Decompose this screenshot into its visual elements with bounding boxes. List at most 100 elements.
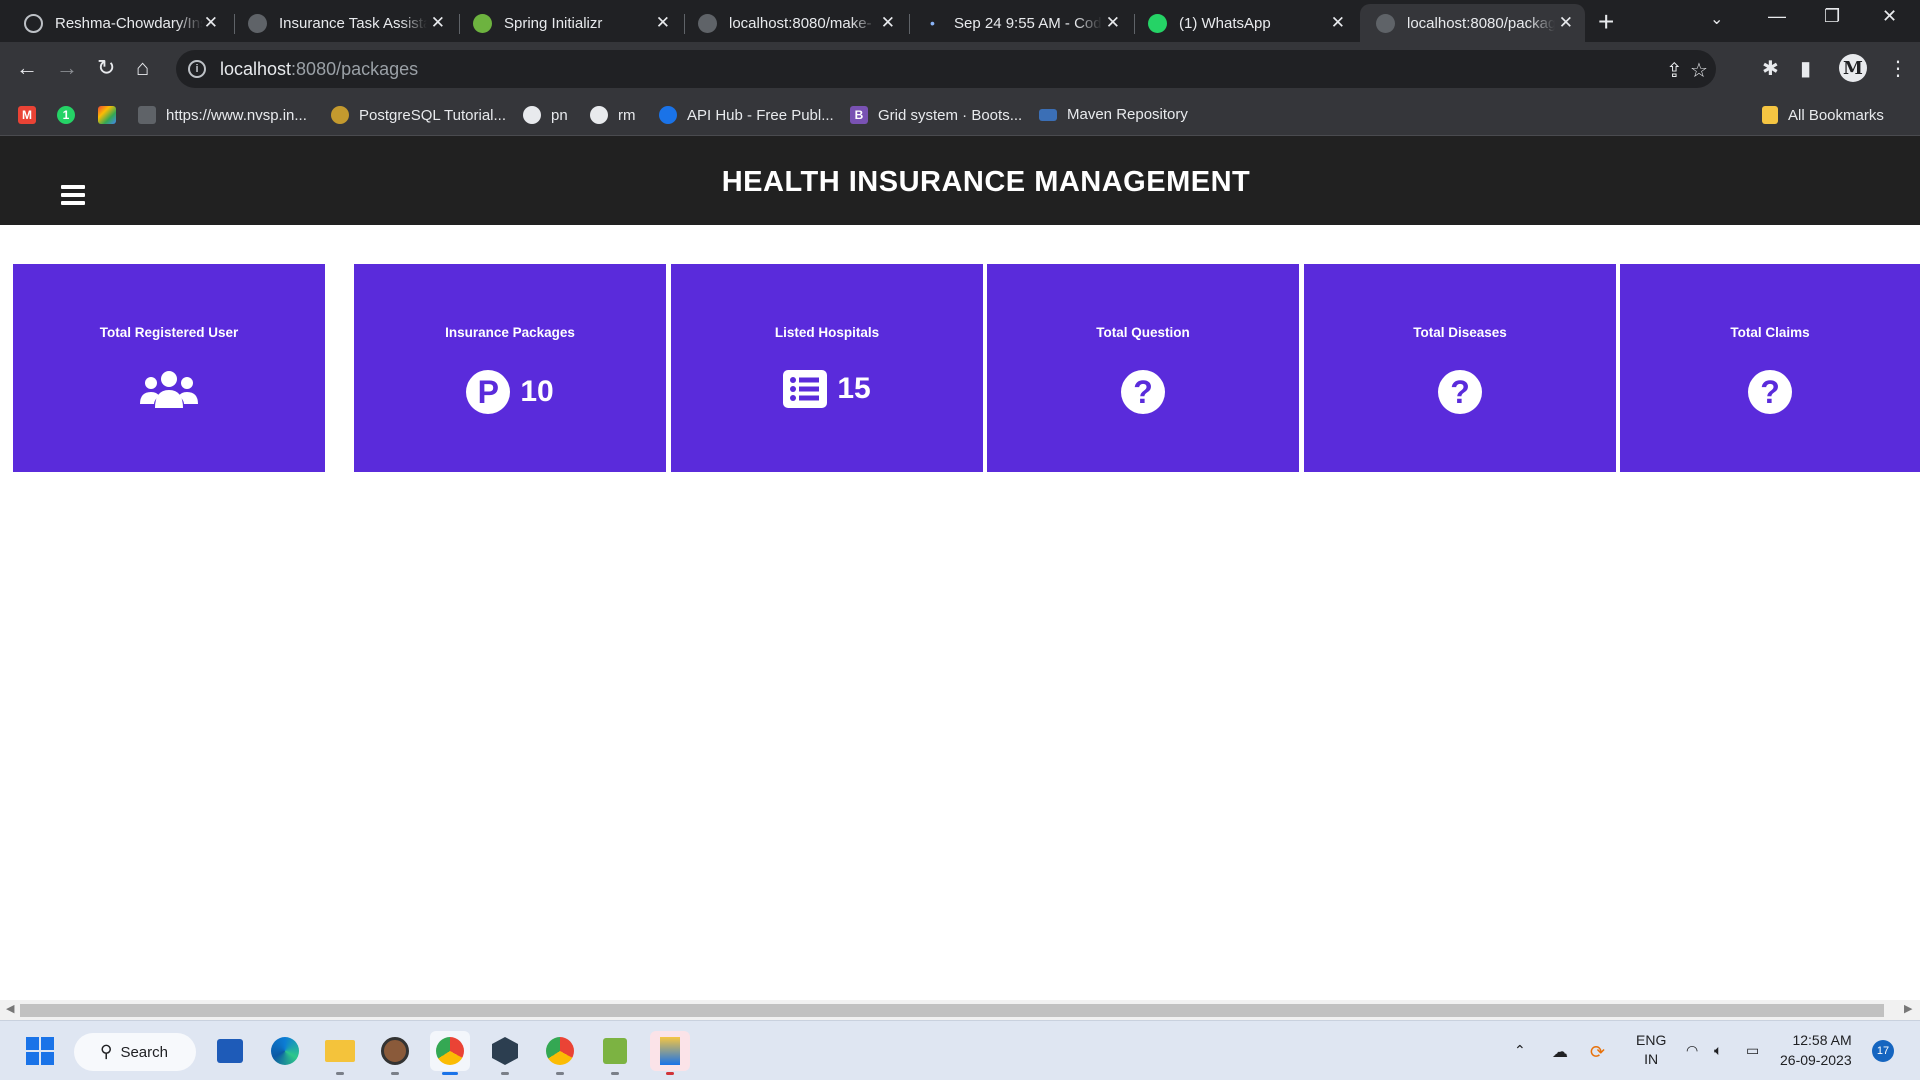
eclipse-icon[interactable] (485, 1031, 525, 1075)
spring-icon (473, 13, 492, 33)
back-icon[interactable]: ← (16, 55, 38, 81)
scrollbar-thumb[interactable] (20, 1004, 1884, 1017)
notification-badge[interactable]: 17 (1872, 1040, 1894, 1062)
whatsapp-icon (1148, 13, 1167, 33)
bookmark-item[interactable]: PostgreSQL Tutorial... (331, 106, 506, 124)
close-window-icon[interactable]: ✕ (1882, 6, 1897, 27)
file-explorer-icon[interactable] (320, 1031, 360, 1075)
edge-icon[interactable] (265, 1031, 305, 1071)
volume-icon[interactable]: 🔈︎ (1714, 1042, 1722, 1059)
close-icon[interactable]: ✕ (431, 13, 445, 33)
bookmark-item[interactable]: https://www.nvsp.in... (138, 106, 307, 124)
scroll-left-icon[interactable]: ◀ (6, 1002, 14, 1015)
close-icon[interactable]: ✕ (881, 13, 895, 33)
share-icon[interactable]: ⇪ (1666, 58, 1683, 83)
paint-icon[interactable] (650, 1031, 690, 1075)
onedrive-icon[interactable]: ☁ (1552, 1042, 1568, 1062)
card-label: Total Claims (1730, 325, 1810, 340)
new-tab-button[interactable]: + (1598, 6, 1614, 38)
tab-title: localhost:8080/make- (729, 14, 872, 32)
browser-tab-active[interactable]: localhost:8080/packages ✕ (1360, 4, 1585, 42)
bookmark-photos[interactable] (98, 106, 126, 124)
bookmark-item[interactable]: Maven Repository (1039, 106, 1188, 123)
close-icon[interactable]: ✕ (1331, 13, 1345, 33)
close-icon[interactable]: ✕ (656, 13, 670, 33)
tray-chevron-icon[interactable]: ⌃ (1514, 1042, 1526, 1059)
taskbar-clock[interactable]: 12:58 AM 26-09-2023 (1780, 1030, 1852, 1070)
stat-card-total-claims[interactable]: Total Claims ? (1620, 264, 1920, 472)
stat-card-listed-hospitals[interactable]: Listed Hospitals 15 (671, 264, 983, 472)
chatgpt-icon (248, 13, 267, 33)
notepad-icon[interactable] (595, 1031, 635, 1075)
bookmark-item[interactable]: rm (590, 106, 636, 124)
folder-icon (1762, 106, 1778, 124)
language-indicator[interactable]: ENG IN (1636, 1031, 1666, 1069)
sync-icon[interactable]: ⟳ (1590, 1042, 1605, 1063)
windows-start-icon[interactable] (20, 1031, 60, 1071)
site-header: HEALTH INSURANCE MANAGEMENT (0, 136, 1920, 225)
page-title: HEALTH INSURANCE MANAGEMENT (721, 166, 1251, 198)
app-icon[interactable] (375, 1031, 415, 1075)
maven-icon (1039, 108, 1057, 121)
restore-icon[interactable]: ❐ (1824, 6, 1840, 27)
github-icon (24, 13, 43, 33)
photos-icon (98, 106, 116, 124)
question-circle-icon: ? (1121, 370, 1165, 414)
store-icon[interactable] (210, 1031, 250, 1071)
forward-icon[interactable]: → (56, 55, 78, 81)
wifi-icon[interactable]: ◠ (1686, 1042, 1698, 1059)
bookmark-gmail[interactable]: M (18, 106, 46, 124)
browser-tab[interactable]: • Sep 24 9:55 AM - Code ✕ (907, 4, 1132, 42)
all-bookmarks[interactable]: All Bookmarks (1762, 106, 1884, 124)
minimize-icon[interactable]: — (1768, 6, 1786, 27)
side-panel-icon[interactable]: ▮ (1800, 56, 1811, 81)
card-label: Total Diseases (1413, 325, 1507, 340)
users-icon (140, 371, 198, 408)
bookmark-item[interactable]: B Grid system · Boots... (850, 106, 1022, 124)
postgres-icon (331, 106, 349, 124)
bookmark-item[interactable]: API Hub - Free Publ... (659, 106, 834, 124)
site-info-icon[interactable]: i (188, 60, 206, 78)
browser-tab[interactable]: (1) WhatsApp ✕ (1132, 4, 1357, 42)
battery-icon[interactable]: ▭ (1746, 1042, 1759, 1059)
gmail-icon: M (18, 106, 36, 124)
reload-icon[interactable]: ↻ (97, 55, 115, 81)
stat-card-insurance-packages[interactable]: Insurance Packages P 10 (354, 264, 666, 472)
browser-tab[interactable]: localhost:8080/make- ✕ (682, 4, 907, 42)
home-icon[interactable]: ⌂ (136, 55, 149, 81)
card-label: Insurance Packages (445, 325, 575, 340)
browser-tab[interactable]: Reshma-Chowdary/Ins ✕ (8, 4, 230, 42)
extensions-icon[interactable]: ✱ (1762, 56, 1779, 81)
address-bar[interactable]: i localhost:8080/packages ⇪ ☆ (176, 50, 1716, 88)
chrome-profile-icon[interactable] (540, 1031, 580, 1075)
stat-card-registered-users[interactable]: Total Registered User (13, 264, 325, 472)
profile-avatar[interactable]: M (1839, 54, 1867, 82)
globe-icon (590, 106, 608, 124)
whatsapp-icon: 1 (57, 106, 75, 124)
browser-toolbar: ← → ↻ ⌂ i localhost:8080/packages ⇪ ☆ (0, 42, 1920, 96)
globe-icon (698, 13, 717, 33)
browser-tab[interactable]: Insurance Task Assistant ✕ (232, 4, 457, 42)
tab-title: Insurance Task Assistant (279, 14, 427, 32)
scroll-right-icon[interactable]: ▶ (1904, 1002, 1912, 1015)
globe-icon (1376, 13, 1395, 33)
card-count: 15 (837, 372, 871, 405)
bookmark-star-icon[interactable]: ☆ (1690, 58, 1708, 83)
card-label: Total Registered User (99, 325, 239, 340)
close-icon[interactable]: ✕ (1106, 13, 1120, 33)
close-icon[interactable]: ✕ (1559, 13, 1573, 33)
bookmark-whatsapp[interactable]: 1 (57, 106, 85, 124)
stat-card-total-question[interactable]: Total Question ? (987, 264, 1299, 472)
tab-title: localhost:8080/packages (1407, 14, 1555, 32)
chrome-icon[interactable] (430, 1031, 470, 1075)
menu-kebab-icon[interactable]: ⋮ (1888, 56, 1908, 81)
horizontal-scrollbar[interactable]: ◀ ▶ (0, 1000, 1920, 1020)
browser-tab-bar: Reshma-Chowdary/Ins ✕ Insurance Task Ass… (0, 0, 1920, 42)
taskbar-search[interactable]: ⚲ Search (74, 1033, 196, 1071)
close-icon[interactable]: ✕ (204, 13, 218, 33)
bookmark-item[interactable]: pn (523, 106, 568, 124)
browser-tab[interactable]: Spring Initializr ✕ (457, 4, 682, 42)
card-count: 10 (520, 375, 554, 408)
stat-card-total-diseases[interactable]: Total Diseases ? (1304, 264, 1616, 472)
tab-search-icon[interactable]: ⌄ (1710, 9, 1723, 29)
